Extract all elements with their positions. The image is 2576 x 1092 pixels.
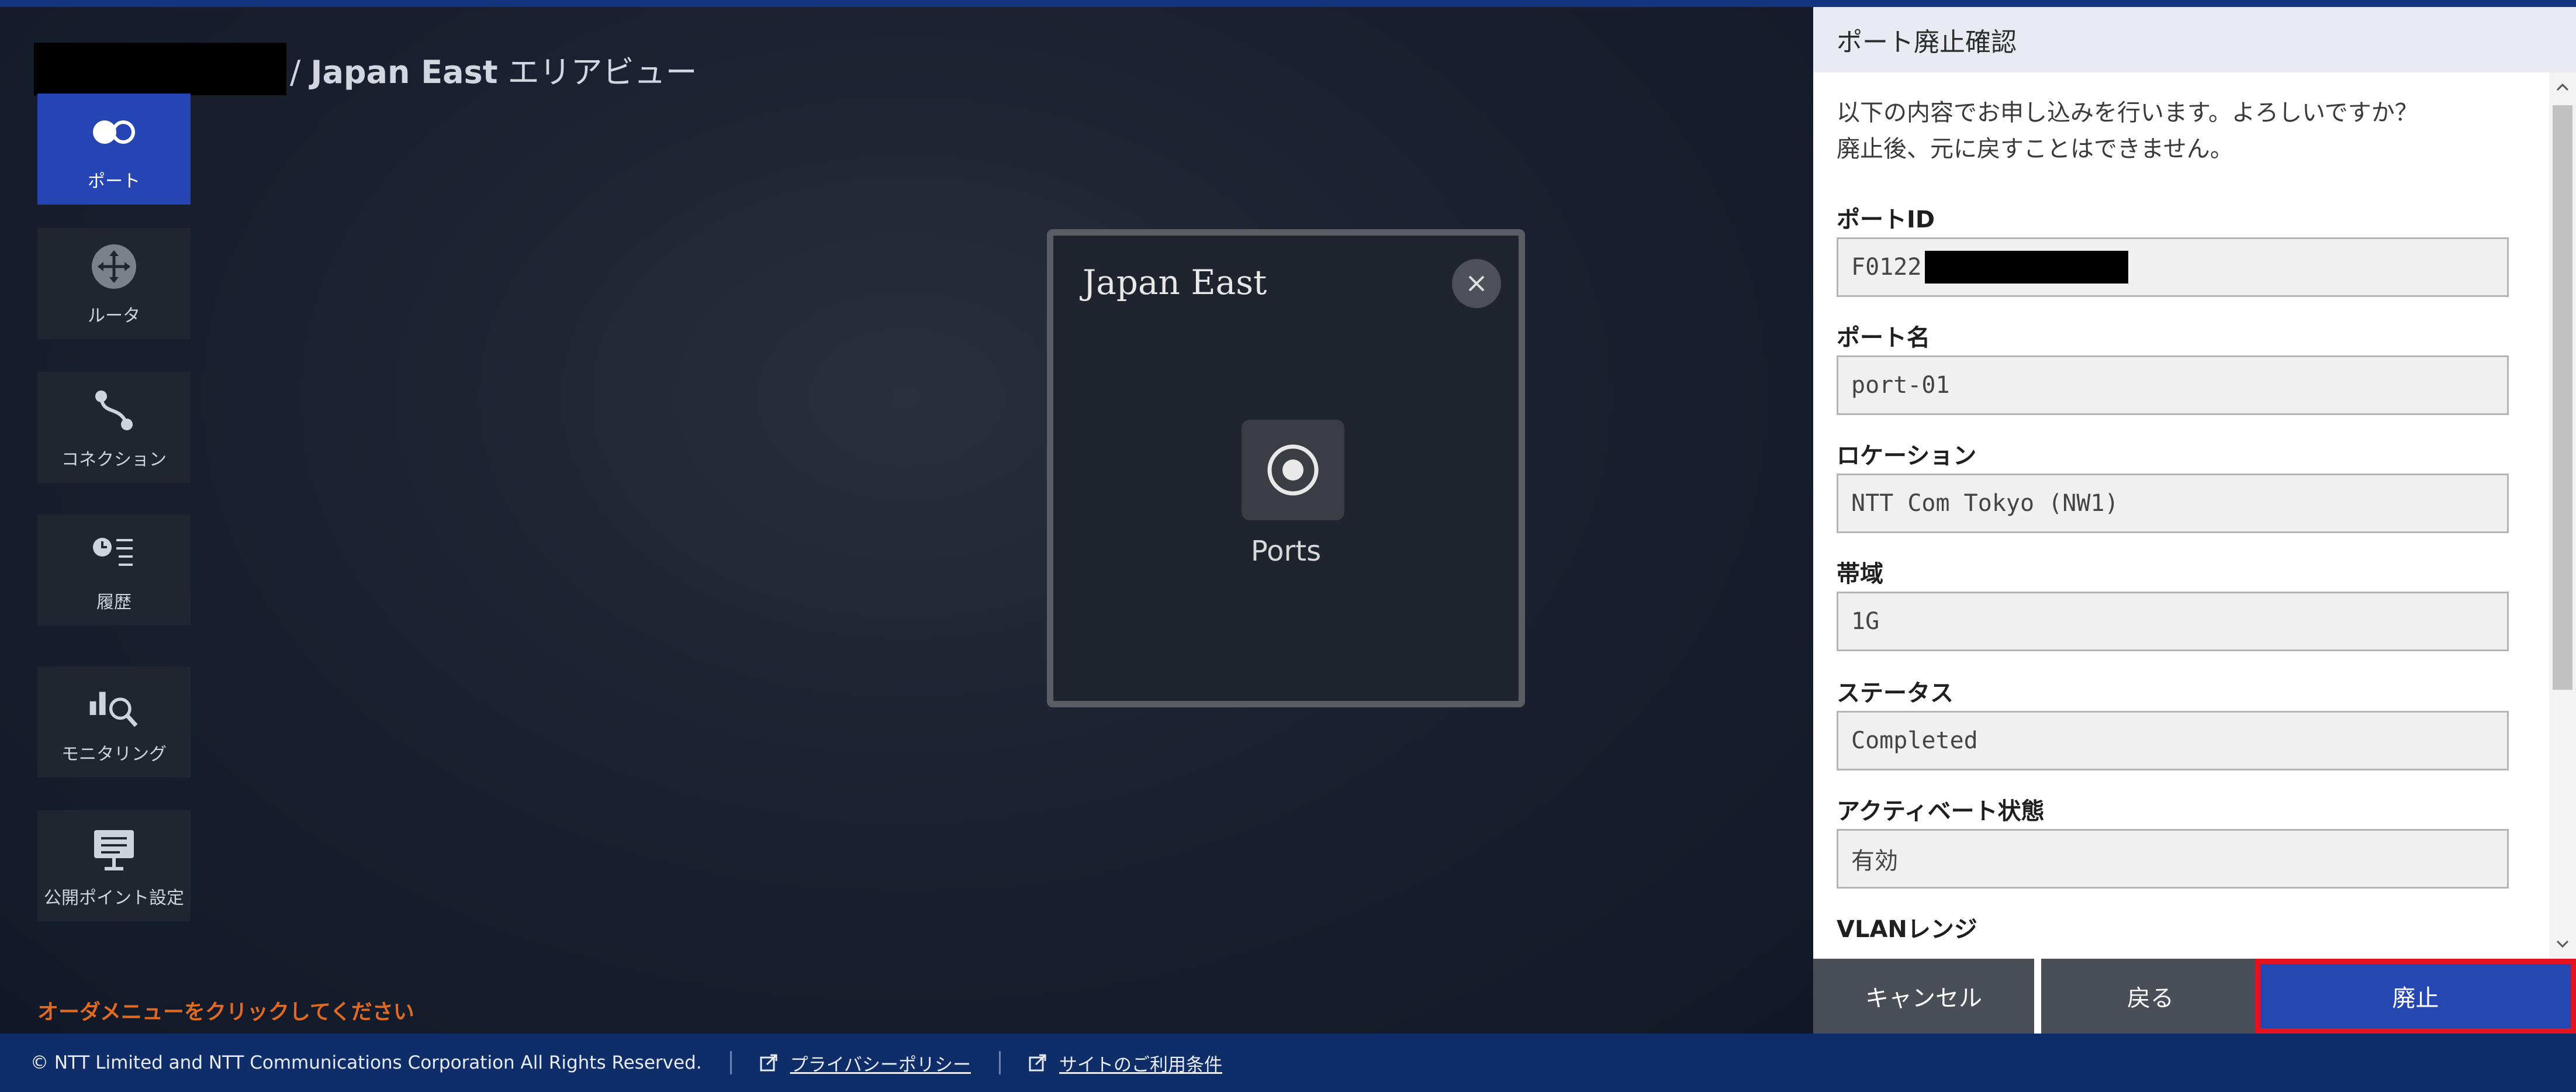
panel-title: ポート廃止確認 bbox=[1813, 7, 2576, 72]
activation-field: アクティベート状態 有効 bbox=[1837, 795, 2509, 889]
redacted-port-id bbox=[1925, 251, 2129, 284]
ports-tile-label[interactable]: Ports bbox=[1053, 535, 1519, 568]
confirm-message: 以下の内容でお申し込みを行います。よろしいですか？ 廃止後、元に戻すことはできま… bbox=[1837, 95, 2509, 167]
bandwidth-label: 帯域 bbox=[1837, 561, 1883, 588]
top-accent-line bbox=[0, 0, 2576, 7]
monitoring-icon bbox=[88, 679, 140, 731]
port-id-label: ポートID bbox=[1837, 206, 1935, 233]
port-id-value-box: F0122 bbox=[1837, 237, 2509, 297]
close-icon[interactable] bbox=[1452, 259, 1501, 308]
port-retire-confirm-panel: ポート廃止確認 以下の内容でお申し込みを行います。よろしいですか？ 廃止後、元に… bbox=[1813, 7, 2576, 1034]
bandwidth-field: 帯域 1G bbox=[1837, 558, 2509, 651]
sidebar-item-label: 履歴 bbox=[96, 592, 132, 613]
scroll-up-icon[interactable] bbox=[2549, 72, 2576, 102]
scroll-down-icon[interactable] bbox=[2549, 929, 2576, 959]
port-id-value: F0122 bbox=[1851, 254, 1922, 281]
back-button[interactable]: 戻る bbox=[2041, 959, 2260, 1034]
confirm-message-line1: 以下の内容でお申し込みを行います。よろしいですか？ bbox=[1837, 99, 2418, 126]
sidebar-item-label: 公開ポイント設定 bbox=[44, 888, 184, 908]
sidebar-item-public-point[interactable]: 公開ポイント設定 bbox=[37, 810, 191, 921]
terms-of-use-label: サイトのご利用条件 bbox=[1059, 1054, 1222, 1076]
panel-body: 以下の内容でお申し込みを行います。よろしいですか？ 廃止後、元に戻すことはできま… bbox=[1837, 95, 2509, 943]
order-hint-text: オーダメニューをクリックしてください bbox=[37, 1000, 414, 1024]
vlan-range-label: VLANレンジ bbox=[1837, 916, 1977, 943]
confirm-message-line2: 廃止後、元に戻すことはできません。 bbox=[1837, 136, 2233, 163]
activation-value: 有効 bbox=[1837, 829, 2509, 889]
main-area: / Japan East エリアビュー ポート ルータ コネクション 履歴 モニ… bbox=[0, 7, 1813, 1034]
status-label: ステータス bbox=[1837, 680, 1953, 707]
activation-label: アクティベート状態 bbox=[1837, 798, 2045, 825]
sidebar-item-label: ルータ bbox=[88, 306, 140, 326]
location-label: ロケーション bbox=[1837, 443, 1977, 469]
sidebar-item-label: コネクション bbox=[61, 450, 167, 470]
retire-button[interactable]: 廃止 bbox=[2255, 959, 2576, 1034]
footer-divider bbox=[729, 1051, 732, 1074]
sidebar-item-label: ポート bbox=[88, 171, 140, 192]
cancel-button[interactable]: キャンセル bbox=[1813, 959, 2034, 1034]
status-field: ステータス Completed bbox=[1837, 677, 2509, 770]
ports-tile[interactable] bbox=[1242, 420, 1344, 520]
router-icon bbox=[88, 240, 140, 293]
ports-icon bbox=[88, 106, 140, 158]
redacted-contract-name bbox=[34, 43, 286, 95]
connection-icon bbox=[88, 384, 140, 437]
footer-divider bbox=[999, 1051, 1001, 1074]
sidebar-item-history[interactable]: 履歴 bbox=[37, 514, 191, 626]
sidebar-item-connection[interactable]: コネクション bbox=[37, 372, 191, 483]
sidebar-item-router[interactable]: ルータ bbox=[37, 228, 191, 339]
location-field: ロケーション NTT Com Tokyo (NW1) bbox=[1837, 440, 2509, 533]
radio-target-icon bbox=[1267, 444, 1319, 496]
location-value: NTT Com Tokyo (NW1) bbox=[1837, 474, 2509, 533]
sidebar-item-ports[interactable]: ポート bbox=[37, 94, 191, 205]
breadcrumb: / Japan East エリアビュー bbox=[34, 42, 697, 96]
scrollbar-thumb[interactable] bbox=[2553, 105, 2572, 690]
sidebar-item-label: モニタリング bbox=[61, 744, 167, 765]
status-value: Completed bbox=[1837, 711, 2509, 770]
port-name-field: ポート名 port-01 bbox=[1837, 322, 2509, 415]
privacy-policy-link[interactable]: プライバシーポリシー bbox=[760, 1050, 971, 1076]
external-link-icon bbox=[1029, 1054, 1046, 1072]
privacy-policy-label: プライバシーポリシー bbox=[790, 1054, 971, 1076]
port-name-value: port-01 bbox=[1837, 355, 2509, 415]
terms-of-use-link[interactable]: サイトのご利用条件 bbox=[1029, 1050, 1222, 1076]
sidebar-item-monitoring[interactable]: モニタリング bbox=[37, 666, 191, 777]
region-card: Japan East Ports bbox=[1047, 229, 1525, 707]
port-name-label: ポート名 bbox=[1837, 324, 1930, 351]
panel-scrollbar[interactable] bbox=[2549, 72, 2576, 959]
region-card-title: Japan East bbox=[1083, 262, 1267, 302]
external-link-icon bbox=[760, 1054, 777, 1072]
history-icon bbox=[88, 527, 140, 579]
copyright-text: © NTT Limited and NTT Communications Cor… bbox=[30, 1052, 702, 1073]
footer: © NTT Limited and NTT Communications Cor… bbox=[0, 1034, 2576, 1092]
bandwidth-value: 1G bbox=[1837, 592, 2509, 651]
breadcrumb-view: エリアビュー bbox=[497, 53, 697, 91]
breadcrumb-region[interactable]: Japan East bbox=[310, 54, 497, 91]
vlan-range-field: VLANレンジ bbox=[1837, 913, 2509, 946]
public-point-icon bbox=[88, 823, 140, 875]
port-id-field: ポートID F0122 bbox=[1837, 203, 2509, 297]
